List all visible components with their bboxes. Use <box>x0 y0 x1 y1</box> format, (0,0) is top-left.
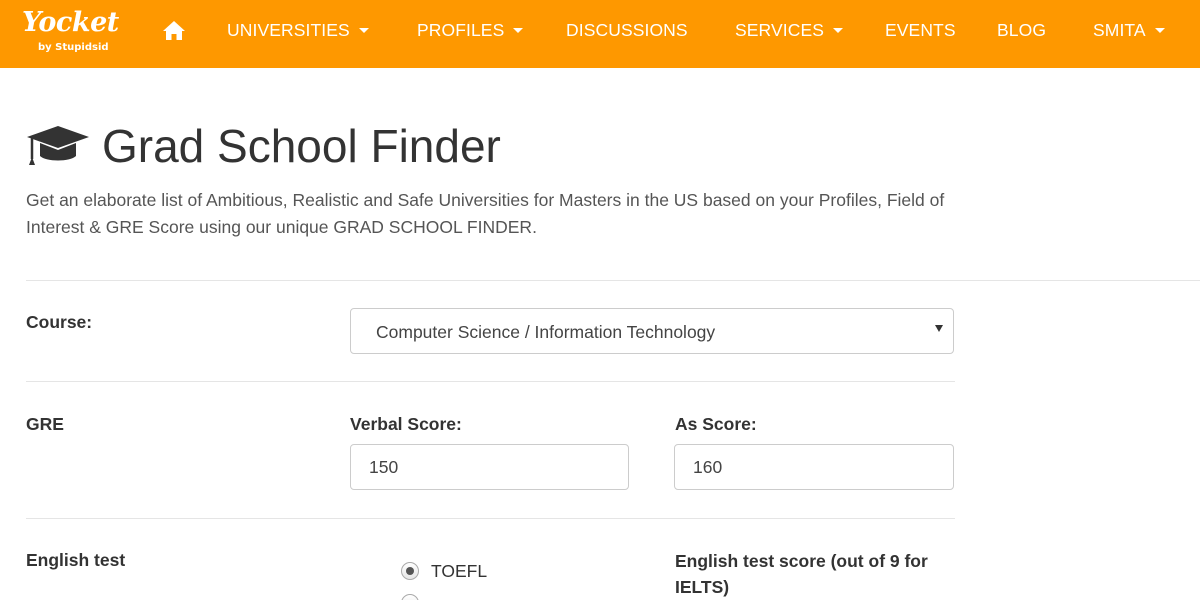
nav-events-label: EVENTS <box>885 20 956 40</box>
nav-profiles-label: PROFILES <box>417 20 505 40</box>
caret-down-icon <box>1154 27 1165 33</box>
page-description: Get an elaborate list of Ambitious, Real… <box>26 190 945 237</box>
nav-blog-label: BLOG <box>997 20 1047 40</box>
course-label: Course: <box>26 312 93 332</box>
course-selected-value: Computer Science / Information Technolog… <box>376 322 716 342</box>
nav-services[interactable]: SERVICES <box>735 18 843 42</box>
section-divider <box>26 280 1200 281</box>
nav-events[interactable]: EVENTS <box>885 18 956 42</box>
caret-down-icon <box>358 27 369 33</box>
logo-subtext: by Stupidsid <box>38 42 109 53</box>
caret-down-icon <box>513 27 524 33</box>
verbal-score-input[interactable]: 150 <box>350 444 629 490</box>
verbal-score-label: Verbal Score: <box>350 414 462 434</box>
nav-universities-label: UNIVERSITIES <box>227 20 350 40</box>
course-select[interactable]: Computer Science / Information Technolog… <box>350 308 954 354</box>
form-divider <box>26 518 955 519</box>
nav-universities[interactable]: UNIVERSITIES <box>227 18 369 42</box>
page-title: Grad School Finder <box>102 120 501 172</box>
nav-profiles[interactable]: PROFILES <box>417 18 524 42</box>
nav-services-label: SERVICES <box>735 20 824 40</box>
nav-user-label: SMITA <box>1093 20 1146 40</box>
nav-user-menu[interactable]: SMITA <box>1093 18 1165 42</box>
caret-down-icon <box>832 27 843 33</box>
graduation-cap-icon <box>26 125 90 169</box>
radio-checked-dot <box>406 567 414 575</box>
as-score-label: As Score: <box>675 414 757 434</box>
home-icon[interactable] <box>162 20 186 42</box>
nav-discussions-label: DISCUSSIONS <box>566 20 688 40</box>
yocket-logo[interactable]: Yocket by Stupidsid <box>22 7 119 54</box>
as-score-input[interactable]: 160 <box>674 444 954 490</box>
form-divider <box>26 381 955 382</box>
toefl-radio[interactable] <box>401 562 419 580</box>
nav-blog[interactable]: BLOG <box>997 18 1046 42</box>
gre-label: GRE <box>26 414 64 434</box>
nav-discussions[interactable]: DISCUSSIONS <box>566 18 688 42</box>
english-test-label: English test <box>26 550 126 570</box>
ielts-radio[interactable] <box>401 594 419 600</box>
logo-text: Yocket <box>22 7 119 38</box>
toefl-radio-label[interactable]: TOEFL <box>431 559 487 583</box>
top-navbar: Yocket by Stupidsid UNIVERSITIES PROFILE… <box>0 0 1200 68</box>
dropdown-arrow-icon <box>935 325 943 332</box>
english-score-label: English test score (out of 9 for IELTS) <box>675 551 928 597</box>
